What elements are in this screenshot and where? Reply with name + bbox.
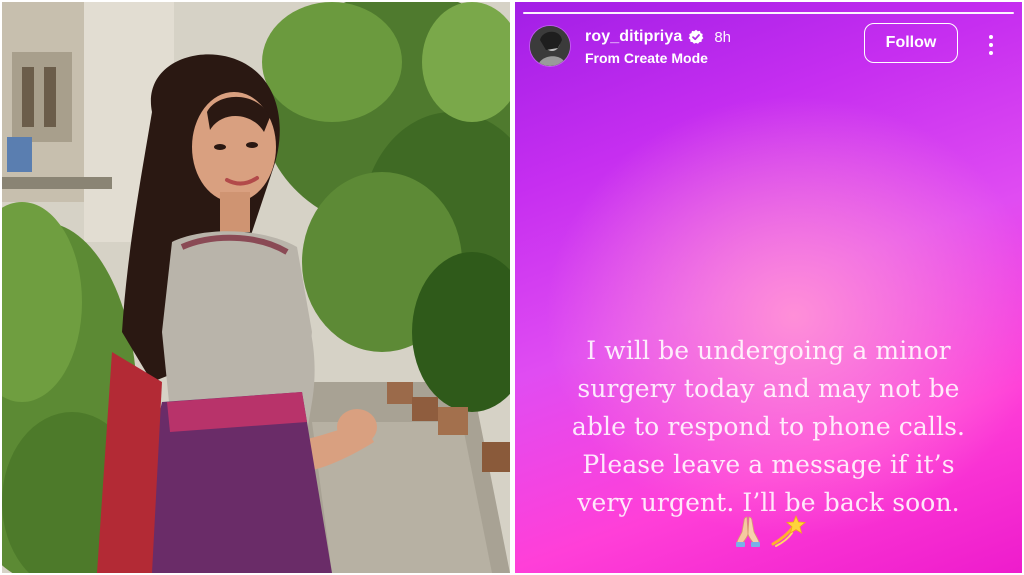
photo-illustration	[2, 2, 510, 573]
avatar-image	[530, 26, 570, 66]
dot	[989, 35, 993, 39]
story-line: able to respond to phone calls.	[571, 412, 966, 441]
username-link[interactable]: roy_ditipriya	[585, 28, 682, 46]
story-line: I will be undergoing a minor	[586, 336, 951, 365]
follow-button[interactable]: Follow	[864, 23, 958, 63]
story-panel[interactable]: roy_ditipriya 8h From Create Mode Follow…	[515, 2, 1022, 573]
profile-photo	[2, 2, 510, 573]
emoji-row	[515, 514, 1022, 548]
story-header: roy_ditipriya 8h From Create Mode	[585, 26, 731, 66]
story-line: Please leave a message if it’s	[582, 450, 955, 479]
dizzy-star-icon	[771, 514, 806, 547]
folded-hands-icon	[735, 516, 760, 547]
story-progress-bar	[523, 12, 1014, 14]
story-message: I will be undergoing a minor surgery tod…	[515, 332, 1022, 522]
avatar[interactable]	[530, 26, 570, 66]
verified-badge-icon	[688, 29, 704, 44]
more-options-icon[interactable]	[981, 30, 1001, 60]
dot	[989, 51, 993, 55]
dot	[989, 43, 993, 47]
story-timestamp: 8h	[714, 28, 732, 46]
story-line: surgery today and may not be	[577, 374, 960, 403]
story-source-label[interactable]: From Create Mode	[585, 50, 731, 66]
